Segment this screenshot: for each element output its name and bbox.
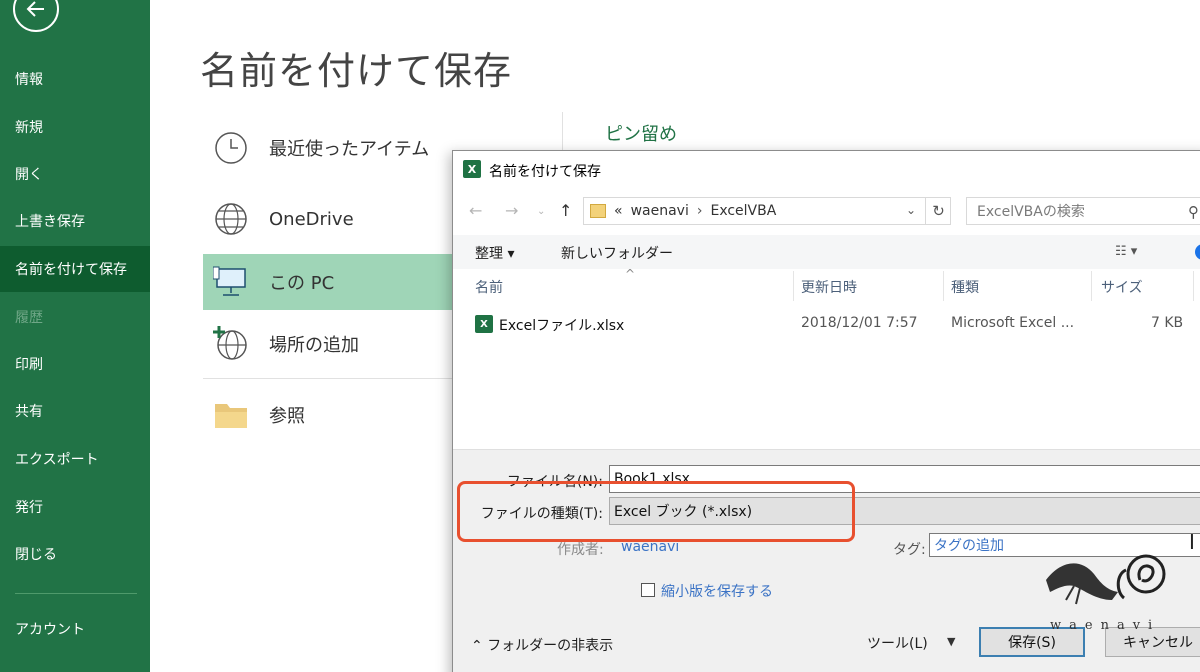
address-prefix: « bbox=[614, 203, 623, 219]
column-header-name[interactable]: 名前 bbox=[475, 275, 503, 301]
file-type: Microsoft Excel ... bbox=[951, 315, 1075, 331]
location-label: この PC bbox=[269, 273, 335, 294]
navigation-row: ← → ⌄ ↑ « waenavi › ExcelVBA ⌄ ↻ ExcelVB… bbox=[453, 195, 1200, 227]
column-header-type[interactable]: 種類 bbox=[951, 275, 979, 301]
sidebar-item-save[interactable]: 上書き保存 bbox=[0, 198, 150, 244]
sort-ascending-icon: ^ bbox=[625, 267, 636, 281]
column-separator[interactable] bbox=[1193, 271, 1194, 301]
sidebar-divider bbox=[15, 593, 137, 594]
location-label: 参照 bbox=[269, 406, 305, 427]
file-modified: 2018/12/01 7:57 bbox=[801, 315, 918, 331]
column-separator[interactable] bbox=[793, 271, 794, 301]
tools-button[interactable]: ツール(L) bbox=[867, 633, 928, 653]
column-divider bbox=[562, 112, 563, 152]
computer-icon bbox=[211, 262, 251, 302]
search-icon[interactable]: ⚲ bbox=[1188, 203, 1199, 221]
location-browse[interactable]: 参照 bbox=[203, 387, 463, 443]
file-name: Excelファイル.xlsx bbox=[499, 318, 625, 334]
author-label: 作成者: bbox=[557, 542, 604, 558]
sidebar-item-info[interactable]: 情報 bbox=[0, 56, 150, 102]
file-list: ^ 名前 更新日時 種類 サイズ X Excelファイル.xlsx 2018/1… bbox=[453, 267, 1200, 449]
location-onedrive[interactable]: OneDrive bbox=[203, 191, 463, 247]
sidebar-item-account[interactable]: アカウント bbox=[0, 606, 150, 652]
tools-dropdown-icon[interactable]: ▼ bbox=[947, 635, 955, 648]
backstage-sidebar: 情報 新規 開く 上書き保存 名前を付けて保存 履歴 印刷 共有 エクスポート … bbox=[0, 0, 150, 672]
excel-icon: X bbox=[463, 160, 481, 178]
globe-icon bbox=[211, 199, 251, 239]
sidebar-item-share[interactable]: 共有 bbox=[0, 388, 150, 434]
file-size: 7 KB bbox=[1151, 315, 1184, 331]
sidebar-item-save-as[interactable]: 名前を付けて保存 bbox=[0, 246, 150, 292]
excel-file-icon: X bbox=[475, 315, 493, 333]
filetype-highlight-box bbox=[457, 481, 855, 542]
forward-nav-icon[interactable]: → bbox=[505, 201, 518, 220]
text-cursor-icon: I bbox=[1189, 530, 1195, 554]
address-folder-icon bbox=[590, 204, 606, 218]
address-bar[interactable]: « waenavi › ExcelVBA ⌄ bbox=[583, 197, 951, 225]
pinned-heading: ピン留め bbox=[605, 124, 677, 145]
up-folder-icon[interactable]: ↑ bbox=[559, 201, 572, 220]
new-folder-button[interactable]: 新しいフォルダー bbox=[561, 243, 673, 263]
breadcrumb-item[interactable]: waenavi bbox=[631, 203, 689, 219]
location-add-place[interactable]: 場所の追加 bbox=[203, 316, 463, 372]
add-place-icon bbox=[211, 324, 251, 364]
location-this-pc[interactable]: この PC bbox=[203, 254, 463, 310]
breadcrumb-separator-icon: › bbox=[696, 203, 703, 219]
chevron-down-icon[interactable]: ⌄ bbox=[906, 203, 916, 217]
back-arrow-icon bbox=[26, 1, 44, 17]
column-header-size[interactable]: サイズ bbox=[1101, 275, 1143, 301]
sidebar-item-close[interactable]: 閉じる bbox=[0, 531, 150, 577]
location-recent[interactable]: 最近使ったアイテム bbox=[203, 120, 463, 176]
dialog-titlebar[interactable]: X 名前を付けて保存 bbox=[453, 151, 1200, 187]
search-input[interactable]: ExcelVBAの検索 bbox=[966, 197, 1200, 225]
location-label: 場所の追加 bbox=[269, 335, 359, 356]
sidebar-item-export[interactable]: エクスポート bbox=[0, 436, 150, 482]
hide-folders-label: フォルダーの非表示 bbox=[487, 638, 614, 654]
dialog-toolbar: 整理 ▾ 新しいフォルダー ☷ ▾ bbox=[453, 235, 1200, 269]
sidebar-item-print[interactable]: 印刷 bbox=[0, 341, 150, 387]
back-button[interactable] bbox=[13, 0, 59, 32]
page-title: 名前を付けて保存 bbox=[200, 49, 513, 93]
column-separator[interactable] bbox=[943, 271, 944, 301]
breadcrumb-item[interactable]: ExcelVBA bbox=[710, 203, 776, 219]
organize-button[interactable]: 整理 ▾ bbox=[475, 243, 514, 263]
view-options-icon[interactable]: ☷ ▾ bbox=[1115, 244, 1137, 259]
folder-icon bbox=[211, 395, 251, 435]
tag-label: タグ: bbox=[893, 542, 926, 558]
column-header-modified[interactable]: 更新日時 bbox=[801, 275, 857, 301]
dialog-title: 名前を付けて保存 bbox=[489, 164, 601, 180]
sidebar-item-open[interactable]: 開く bbox=[0, 151, 150, 197]
clock-icon bbox=[211, 128, 251, 168]
save-thumbnail-label[interactable]: 縮小版を保存する bbox=[661, 581, 773, 601]
sidebar-item-publish[interactable]: 発行 bbox=[0, 484, 150, 530]
column-separator[interactable] bbox=[1091, 271, 1092, 301]
location-divider bbox=[203, 378, 458, 379]
watermark-text: waenavi bbox=[1050, 618, 1161, 633]
location-label: OneDrive bbox=[269, 208, 354, 230]
help-icon[interactable] bbox=[1195, 244, 1200, 260]
location-label: 最近使ったアイテム bbox=[269, 139, 430, 160]
hide-folders-button[interactable]: ⌃ フォルダーの非表示 bbox=[471, 635, 613, 655]
recent-locations-icon[interactable]: ⌄ bbox=[537, 206, 545, 217]
sidebar-item-history: 履歴 bbox=[15, 310, 43, 326]
refresh-icon[interactable]: ↻ bbox=[925, 197, 951, 225]
sidebar-item-new[interactable]: 新規 bbox=[0, 104, 150, 150]
back-nav-icon[interactable]: ← bbox=[469, 201, 482, 220]
save-thumbnail-checkbox[interactable] bbox=[641, 583, 655, 597]
